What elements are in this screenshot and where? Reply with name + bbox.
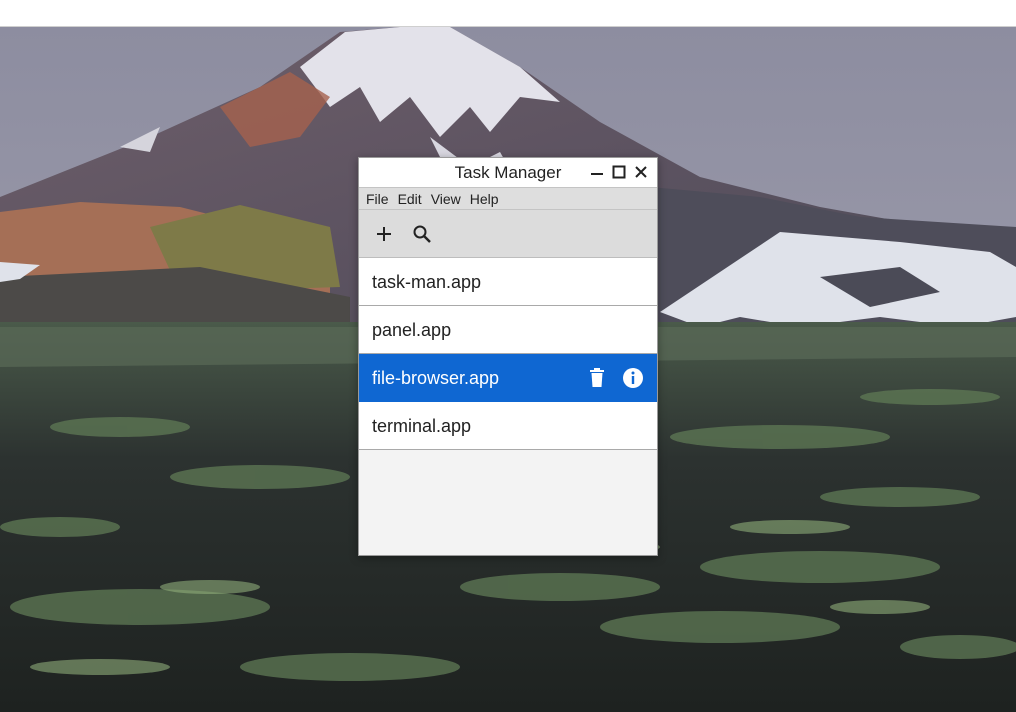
toolbar (359, 210, 657, 258)
info-icon (623, 368, 643, 388)
list-item-label: file-browser.app (372, 368, 500, 388)
close-icon (635, 166, 647, 178)
menu-view[interactable]: View (431, 191, 461, 207)
list-item[interactable]: terminal.app (359, 402, 657, 450)
menu-edit[interactable]: Edit (398, 191, 422, 207)
delete-button[interactable] (585, 366, 609, 390)
list-item[interactable]: task-man.app (359, 258, 657, 306)
menu-bar: File Edit View Help (359, 187, 657, 210)
app-list: task-man.app panel.app file-browser.app (359, 258, 657, 450)
plus-icon (377, 227, 391, 241)
window-titlebar[interactable]: Task Manager (359, 158, 657, 187)
maximize-button[interactable] (610, 163, 628, 181)
search-button[interactable] (410, 222, 434, 246)
task-manager-window: Task Manager File Edit View Help task-ma… (358, 157, 658, 556)
maximize-icon (612, 165, 626, 179)
minimize-button[interactable] (588, 163, 606, 181)
minimize-icon (591, 173, 603, 175)
menu-help[interactable]: Help (470, 191, 499, 207)
list-item-label: panel.app (372, 320, 452, 340)
list-item[interactable]: panel.app (359, 306, 657, 354)
search-icon (413, 225, 431, 243)
menu-file[interactable]: File (366, 191, 389, 207)
trash-icon (590, 368, 604, 387)
list-item-selected[interactable]: file-browser.app (359, 354, 657, 402)
info-button[interactable] (621, 366, 645, 390)
list-item-label: task-man.app (372, 272, 482, 292)
list-item-label: terminal.app (372, 416, 472, 436)
close-button[interactable] (632, 163, 650, 181)
add-button[interactable] (372, 222, 396, 246)
desktop: Task Manager File Edit View Help task-ma… (0, 0, 1016, 712)
top-panel (0, 0, 1016, 27)
